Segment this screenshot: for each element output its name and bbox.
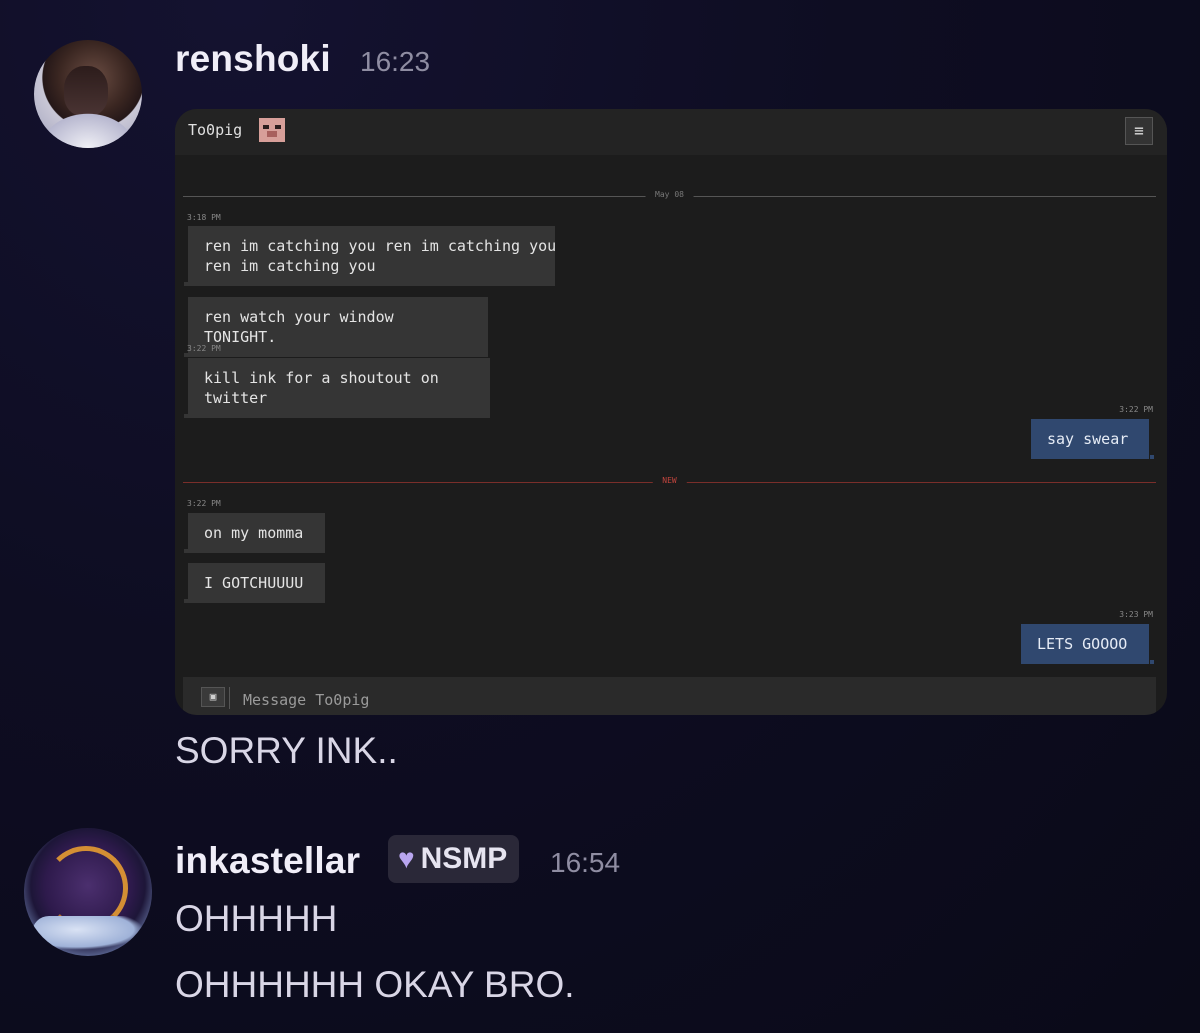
avatar-cloud [32, 916, 144, 950]
chat-timestamp: 3:18 PM [187, 213, 221, 222]
composer-divider [229, 687, 230, 709]
heart-icon: ♥ [398, 843, 415, 874]
new-separator-label: NEW [652, 476, 687, 485]
date-separator-label: May 08 [645, 190, 694, 199]
role-badge[interactable]: ♥ NSMP [388, 835, 520, 883]
message-text: OHHHHH [175, 898, 338, 939]
chat-bubble-received[interactable]: ren watch your window TONIGHT. [184, 297, 488, 357]
chat-bubble-sent[interactable]: say swear [1031, 419, 1154, 459]
pig-eye [263, 125, 269, 129]
date-separator: May 08 [183, 190, 1156, 199]
chat-bubble-sent[interactable]: LETS GOOOO [1021, 624, 1154, 664]
chat-timestamp: 3:22 PM [187, 344, 221, 353]
chat-timestamp: 3:22 PM [1119, 405, 1153, 414]
chat-timestamp: 3:23 PM [1119, 610, 1153, 619]
author-name[interactable]: renshoki [175, 38, 331, 80]
avatar-feathers [34, 108, 142, 148]
dm-contact-name: To0pig [188, 121, 243, 139]
role-badge-label: NSMP [420, 842, 508, 875]
new-messages-separator: NEW [183, 476, 1156, 485]
pig-icon [259, 118, 285, 142]
pig-eye [275, 125, 281, 129]
avatar-inkastellar[interactable] [24, 828, 152, 956]
pig-snout [267, 131, 277, 137]
avatar-renshoki[interactable] [34, 40, 142, 148]
chat-bubble-received[interactable]: ren im catching you ren im catching you … [184, 226, 556, 286]
dm-header: To0pig ≡ [175, 109, 1167, 155]
composer-placeholder[interactable]: Message To0pig [243, 691, 369, 709]
message-composer[interactable]: ▣ Message To0pig [183, 677, 1156, 715]
chat-timestamp: 3:22 PM [187, 499, 221, 508]
chat-bubble-received[interactable]: on my momma [184, 513, 325, 553]
message-timestamp: 16:54 [550, 847, 621, 878]
image-icon[interactable]: ▣ [201, 687, 225, 707]
message-text: OHHHHHH OKAY BRO. [175, 964, 575, 1005]
message-text: SORRY INK.. [175, 730, 398, 771]
hamburger-icon[interactable]: ≡ [1125, 117, 1153, 145]
chat-bubble-received[interactable]: I GOTCHUUUU [184, 563, 325, 603]
author-name[interactable]: inkastellar [175, 840, 360, 882]
chat-bubble-received[interactable]: kill ink for a shoutout on twitter [184, 358, 490, 418]
embedded-screenshot[interactable]: To0pig ≡ May 08 3:18 PM ren im catching … [175, 109, 1167, 715]
message-timestamp: 16:23 [360, 46, 431, 77]
